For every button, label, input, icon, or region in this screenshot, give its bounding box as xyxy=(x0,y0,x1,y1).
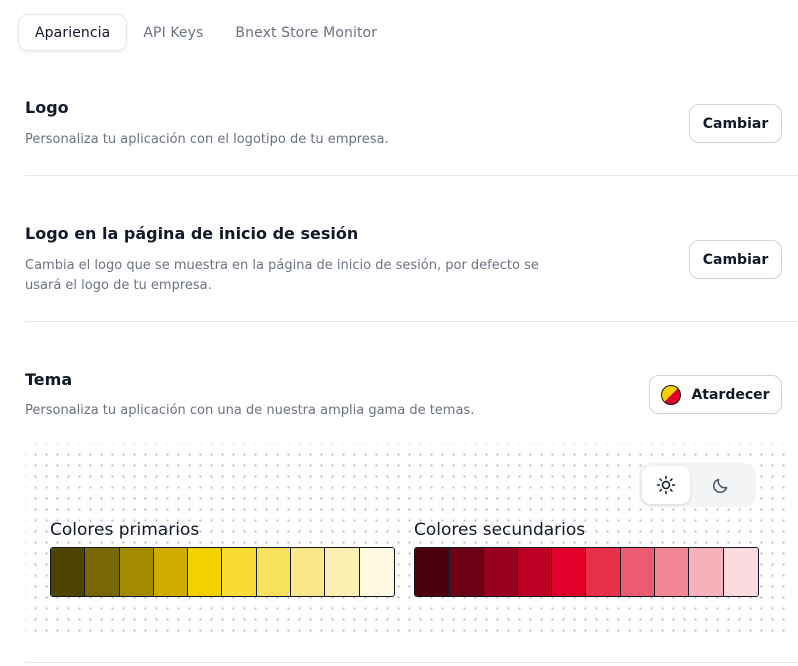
color-swatch[interactable] xyxy=(325,548,360,596)
color-swatch[interactable] xyxy=(552,548,587,596)
tab-bar: Apariencia API Keys Bnext Store Monitor xyxy=(18,14,393,51)
color-swatch[interactable] xyxy=(291,548,326,596)
primary-colors-label: Colores primarios xyxy=(50,520,200,540)
light-mode-button[interactable] xyxy=(642,466,690,504)
color-swatch[interactable] xyxy=(517,548,553,596)
tab-apariencia[interactable]: Apariencia xyxy=(18,14,128,51)
dark-mode-button[interactable] xyxy=(698,466,746,504)
sun-icon xyxy=(656,475,675,495)
color-swatch[interactable] xyxy=(620,548,656,596)
section-divider xyxy=(25,321,798,322)
theme-section-title: Tema xyxy=(25,370,73,389)
color-swatch[interactable] xyxy=(655,548,690,596)
color-swatch[interactable] xyxy=(723,548,758,596)
color-swatch[interactable] xyxy=(256,548,292,596)
logo-section-title: Logo xyxy=(25,98,69,117)
color-swatch[interactable] xyxy=(449,548,484,596)
color-swatch[interactable] xyxy=(188,548,223,596)
section-divider xyxy=(25,175,798,176)
moon-icon xyxy=(713,478,728,494)
change-logo-button[interactable]: Cambiar xyxy=(689,104,782,143)
color-swatch[interactable] xyxy=(222,548,257,596)
primary-color-palette xyxy=(50,547,395,597)
color-swatch[interactable] xyxy=(153,548,189,596)
secondary-color-palette xyxy=(414,547,759,597)
color-swatch[interactable] xyxy=(483,548,518,596)
color-swatch[interactable] xyxy=(51,548,86,596)
change-login-logo-button[interactable]: Cambiar xyxy=(689,240,782,279)
section-divider xyxy=(25,662,798,663)
color-swatch[interactable] xyxy=(85,548,120,596)
secondary-colors-label: Colores secundarios xyxy=(414,520,586,540)
color-swatch[interactable] xyxy=(415,548,450,596)
login-logo-section-title: Logo en la página de inicio de sesión xyxy=(25,224,359,243)
tab-api-keys[interactable]: API Keys xyxy=(127,14,219,51)
theme-swatch-icon xyxy=(661,384,682,405)
tab-bnext-store-monitor[interactable]: Bnext Store Monitor xyxy=(219,14,393,51)
light-dark-mode-toggle xyxy=(639,463,756,507)
color-swatch[interactable] xyxy=(689,548,724,596)
color-swatch[interactable] xyxy=(586,548,621,596)
theme-select-label: Atardecer xyxy=(691,386,770,403)
logo-section-description: Personaliza tu aplicación con el logotip… xyxy=(25,132,389,147)
color-swatch[interactable] xyxy=(119,548,154,596)
login-logo-section-description: Cambia el logo que se muestra en la pági… xyxy=(25,258,539,293)
theme-select-button[interactable]: Atardecer xyxy=(649,375,782,414)
color-swatch[interactable] xyxy=(359,548,394,596)
theme-section-description: Personaliza tu aplicación con una de nue… xyxy=(25,403,475,418)
